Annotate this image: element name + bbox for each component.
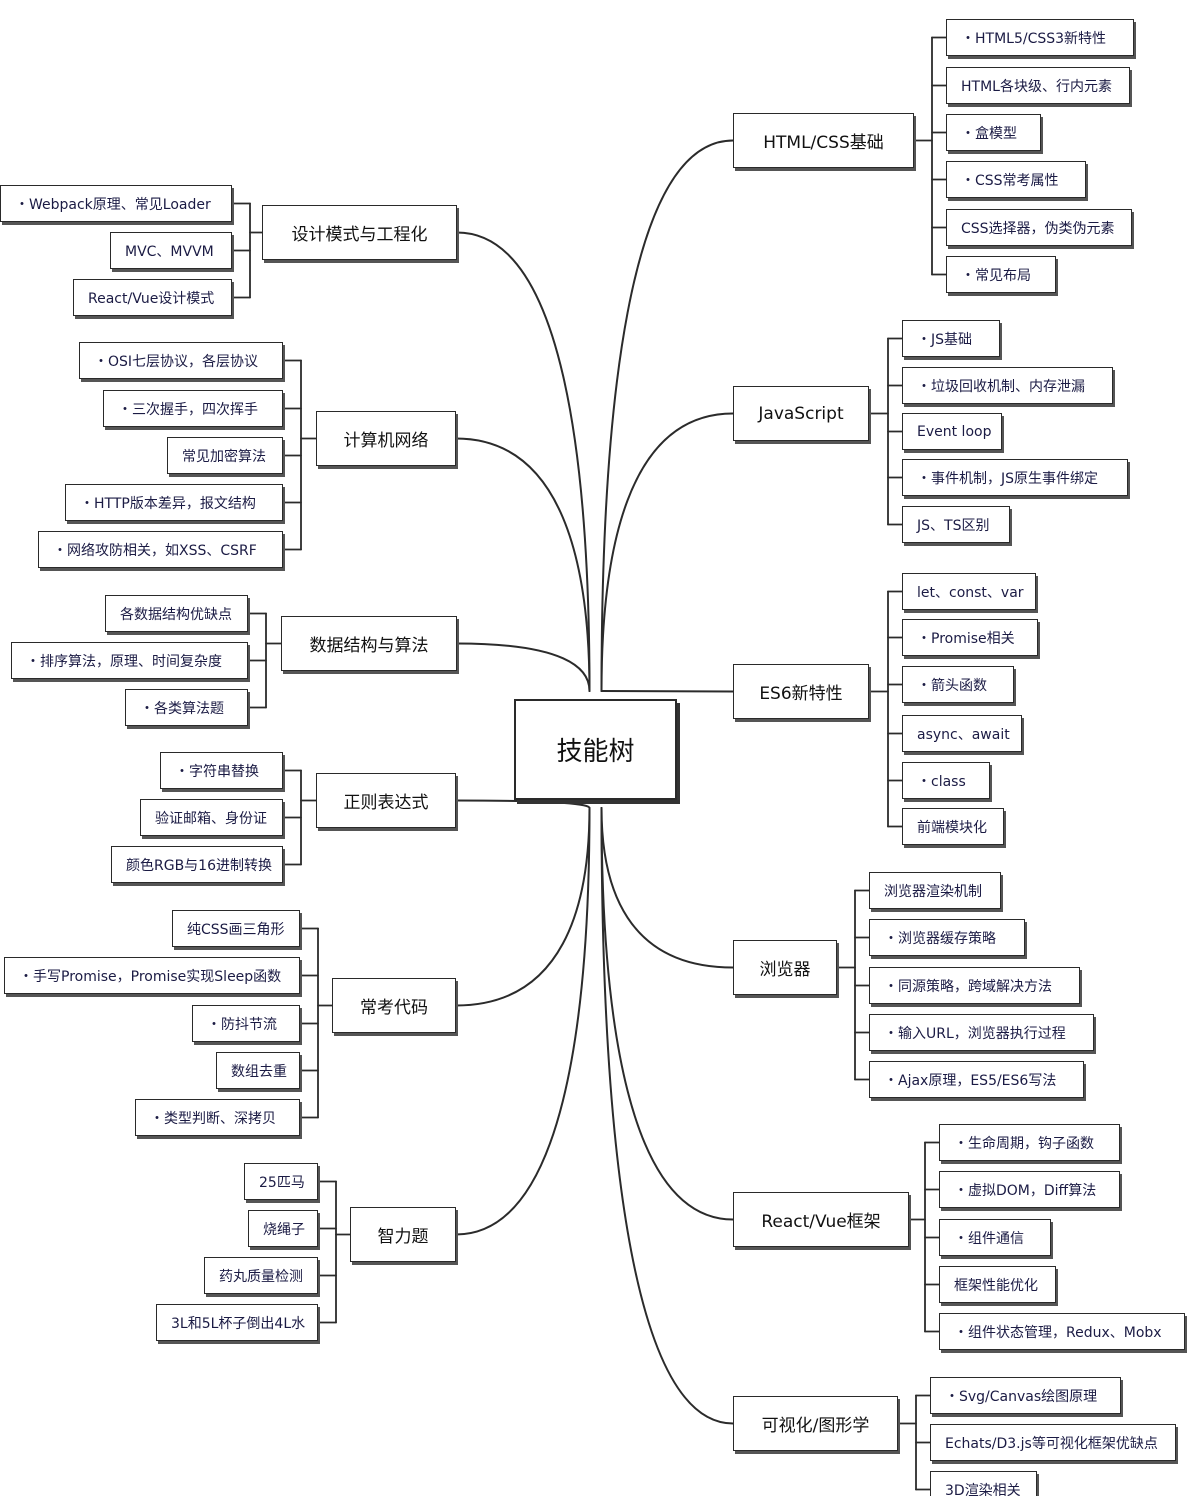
js-item: ・事件机制，JS原生事件绑定 — [902, 459, 1128, 496]
html-item: ・盒模型 — [946, 114, 1041, 151]
algo-item: 各数据结构优缺点 — [105, 595, 248, 632]
code-item: ・手写Promise，Promise实现Sleep函数 — [4, 957, 300, 994]
code-item: ・防抖节流 — [192, 1005, 300, 1042]
js-item: ・JS基础 — [902, 320, 1000, 357]
vis-item: 3D渲染相关 — [930, 1471, 1037, 1496]
branch-es6: ES6新特性 — [733, 664, 869, 719]
design-item: ・Webpack原理、常见Loader — [0, 185, 232, 222]
network-item: ・网络攻防相关，如XSS、CSRF — [38, 531, 283, 568]
es6-item: ・class — [902, 762, 990, 799]
es6-item: ・箭头函数 — [902, 666, 1014, 703]
es6-item: async、await — [902, 715, 1022, 752]
network-item: ・三次握手，四次挥手 — [103, 390, 283, 427]
es6-item: 前端模块化 — [902, 808, 1004, 845]
framework-item: ・虚拟DOM，Diff算法 — [939, 1171, 1120, 1208]
html-item: HTML各块级、行内元素 — [946, 67, 1130, 104]
regex-item: 验证邮箱、身份证 — [140, 799, 283, 836]
algo-item: ・各类算法题 — [125, 689, 248, 726]
browser-item: 浏览器渲染机制 — [869, 872, 1001, 909]
html-item: CSS选择器，伪类伪元素 — [946, 209, 1132, 246]
design-item: MVC、MVVM — [110, 232, 232, 269]
framework-item: 框架性能优化 — [939, 1266, 1056, 1303]
root-node: 技能树 — [514, 699, 677, 800]
es6-item: let、const、var — [902, 573, 1036, 610]
html-item: ・HTML5/CSS3新特性 — [946, 19, 1134, 56]
browser-item: ・同源策略，跨域解决方法 — [869, 967, 1080, 1004]
framework-item: ・组件状态管理，Redux、Mobx — [939, 1313, 1185, 1350]
js-item: JS、TS区别 — [902, 506, 1010, 543]
vis-item: ・Svg/Canvas绘图原理 — [930, 1377, 1121, 1414]
branch-network: 计算机网络 — [316, 411, 456, 466]
algo-item: ・排序算法，原理、时间复杂度 — [11, 642, 248, 679]
branch-html-css: HTML/CSS基础 — [733, 113, 914, 168]
branch-react-vue: React/Vue框架 — [733, 1192, 909, 1247]
puzzle-item: 药丸质量检测 — [204, 1257, 318, 1294]
browser-item: ・浏览器缓存策略 — [869, 919, 1025, 956]
js-item: Event loop — [902, 413, 1002, 450]
vis-item: Echats/D3.js等可视化框架优缺点 — [930, 1424, 1176, 1461]
puzzle-item: 烧绳子 — [248, 1210, 318, 1247]
puzzle-item: 25匹马 — [244, 1163, 318, 1200]
puzzle-item: 3L和5L杯子倒出4L水 — [156, 1304, 318, 1341]
network-item: ・OSI七层协议，各层协议 — [79, 342, 283, 379]
design-item: React/Vue设计模式 — [73, 279, 232, 316]
network-item: ・HTTP版本差异，报文结构 — [65, 484, 283, 521]
html-item: ・常见布局 — [946, 256, 1056, 293]
branch-browser: 浏览器 — [733, 940, 837, 995]
branch-algorithms: 数据结构与算法 — [281, 616, 457, 671]
code-item: 纯CSS画三角形 — [172, 910, 300, 947]
branch-common-code: 常考代码 — [332, 978, 456, 1033]
regex-item: ・字符串替换 — [160, 752, 283, 789]
branch-puzzles: 智力题 — [350, 1207, 456, 1262]
browser-item: ・Ajax原理，ES5/ES6写法 — [869, 1061, 1084, 1098]
regex-item: 颜色RGB与16进制转换 — [111, 846, 283, 883]
branch-regex: 正则表达式 — [316, 773, 456, 828]
branch-design-patterns: 设计模式与工程化 — [262, 205, 457, 260]
browser-item: ・输入URL，浏览器执行过程 — [869, 1014, 1094, 1051]
code-item: 数组去重 — [216, 1052, 300, 1089]
es6-item: ・Promise相关 — [902, 619, 1038, 656]
framework-item: ・组件通信 — [939, 1219, 1051, 1256]
code-item: ・类型判断、深拷贝 — [135, 1099, 300, 1136]
framework-item: ・生命周期，钩子函数 — [939, 1124, 1120, 1161]
branch-visualization: 可视化/图形学 — [733, 1396, 898, 1451]
js-item: ・垃圾回收机制、内存泄漏 — [902, 367, 1113, 404]
branch-javascript: JavaScript — [733, 386, 869, 441]
mind-map-canvas: 技能树 HTML/CSS基础 JavaScript ES6新特性 浏览器 Rea… — [0, 0, 1190, 1496]
network-item: 常见加密算法 — [167, 437, 283, 474]
html-item: ・CSS常考属性 — [946, 161, 1086, 198]
